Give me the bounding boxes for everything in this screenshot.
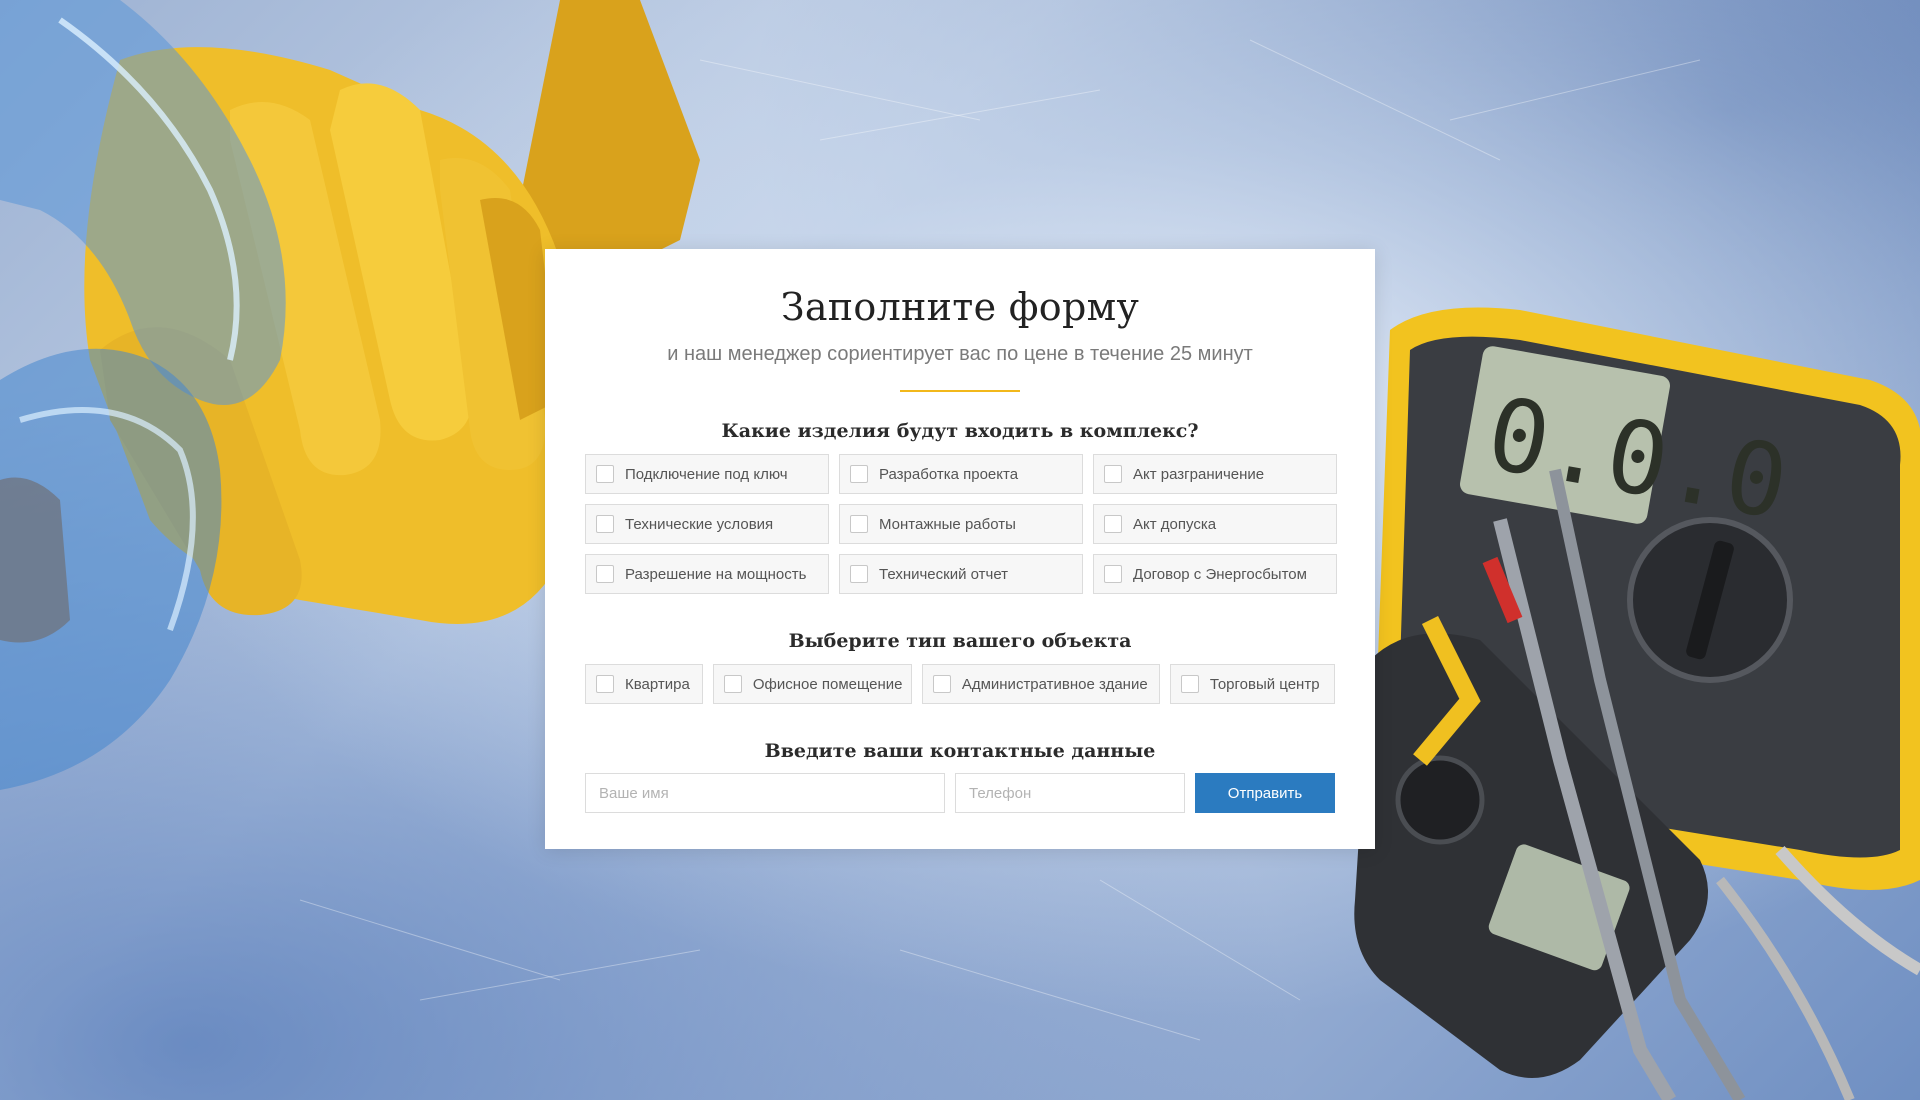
option-label: Акт разграничение: [1133, 465, 1265, 483]
phone-input[interactable]: [955, 773, 1185, 813]
checkbox[interactable]: [596, 565, 614, 583]
product-option[interactable]: Акт допуска: [1093, 504, 1337, 544]
product-option[interactable]: Подключение под ключ: [585, 454, 829, 494]
checkbox[interactable]: [850, 565, 868, 583]
checkbox[interactable]: [723, 675, 742, 693]
option-label: Административное здание: [961, 675, 1148, 693]
checkbox[interactable]: [1104, 565, 1122, 583]
checkbox[interactable]: [932, 675, 951, 693]
product-option[interactable]: Разрешение на мощность: [585, 554, 829, 594]
object-option-mall[interactable]: Торговый центр: [1169, 664, 1335, 704]
contacts-row: Отправить: [585, 773, 1335, 813]
contacts-heading: Введите ваши контактные данные: [764, 740, 1156, 762]
object-type-heading: Выберите тип вашего объекта: [788, 630, 1132, 652]
product-option[interactable]: Акт разграничение: [1093, 454, 1337, 494]
multimeter-graphic: 0.0.0: [1354, 307, 1920, 1100]
option-label: Квартира: [625, 675, 690, 693]
checkbox[interactable]: [596, 515, 614, 533]
product-option[interactable]: Разработка проекта: [839, 454, 1083, 494]
title-divider: [900, 390, 1020, 392]
object-type-options: Квартира Офисное помещение Административ…: [585, 664, 1335, 704]
option-label: Договор с Энергосбытом: [1133, 565, 1307, 583]
option-label: Офисное помещение: [752, 675, 903, 693]
checkbox[interactable]: [850, 515, 868, 533]
name-input[interactable]: [585, 773, 945, 813]
object-option-admin-building[interactable]: Административное здание: [921, 664, 1160, 704]
request-form: Заполните форму и наш менеджер сориентир…: [545, 249, 1375, 849]
products-heading: Какие изделия будут входить в комплекс?: [721, 420, 1199, 442]
submit-button[interactable]: Отправить: [1195, 773, 1335, 813]
checkbox[interactable]: [1180, 675, 1199, 693]
product-option[interactable]: Технический отчет: [839, 554, 1083, 594]
option-label: Технический отчет: [879, 565, 1009, 583]
checkbox[interactable]: [850, 465, 868, 483]
checkbox[interactable]: [596, 465, 614, 483]
option-label: Акт допуска: [1133, 515, 1217, 533]
option-label: Монтажные работы: [879, 515, 1016, 533]
product-option[interactable]: Монтажные работы: [839, 504, 1083, 544]
product-option[interactable]: Технические условия: [585, 504, 829, 544]
option-label: Технические условия: [625, 515, 774, 533]
products-options: Подключение под ключ Разработка проекта …: [585, 454, 1337, 594]
form-title: Заполните форму: [780, 285, 1140, 329]
option-label: Торговый центр: [1209, 675, 1320, 693]
option-label: Разработка проекта: [879, 465, 1019, 483]
form-subtitle: и наш менеджер сориентирует вас по цене …: [667, 343, 1253, 365]
product-option[interactable]: Договор с Энергосбытом: [1093, 554, 1337, 594]
object-option-apartment[interactable]: Квартира: [585, 664, 703, 704]
object-option-office[interactable]: Офисное помещение: [712, 664, 912, 704]
checkbox[interactable]: [596, 675, 614, 693]
checkbox[interactable]: [1104, 465, 1122, 483]
option-label: Подключение под ключ: [625, 465, 788, 483]
checkbox[interactable]: [1104, 515, 1122, 533]
option-label: Разрешение на мощность: [625, 565, 807, 583]
